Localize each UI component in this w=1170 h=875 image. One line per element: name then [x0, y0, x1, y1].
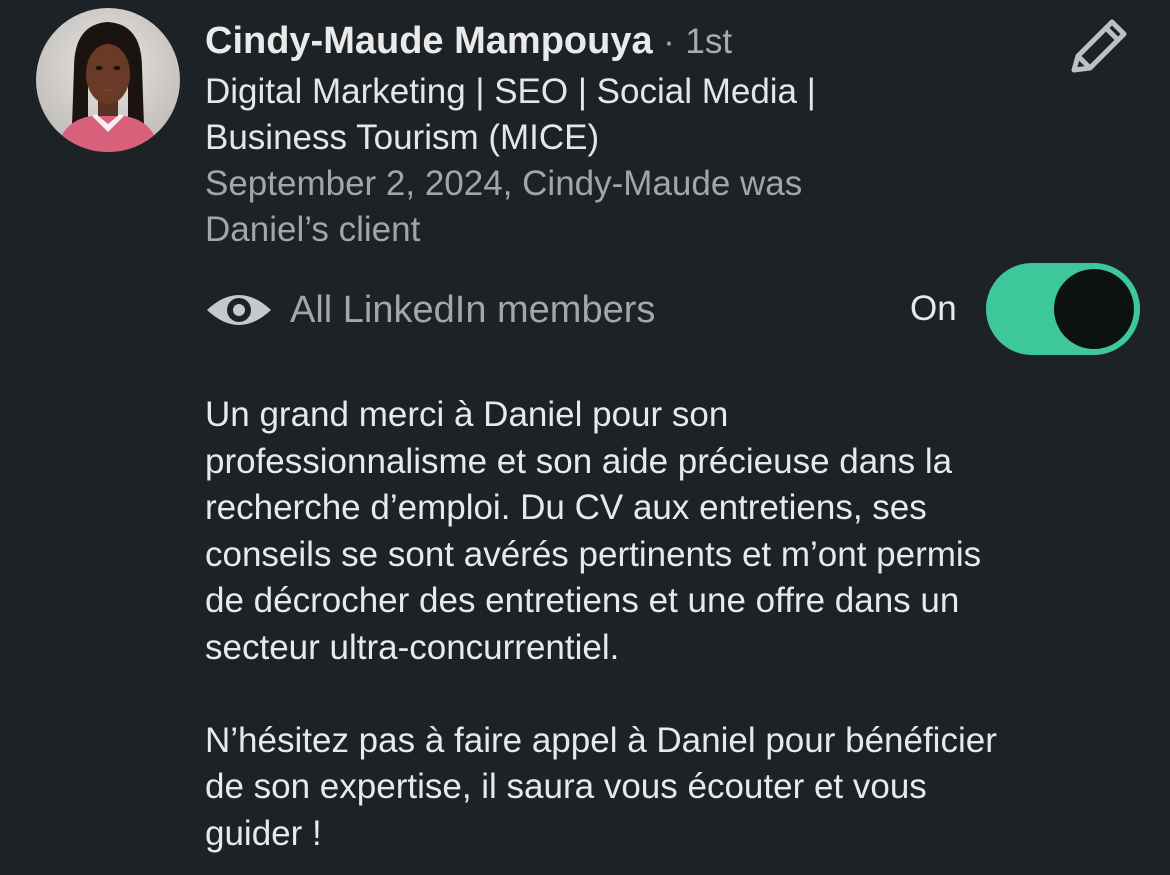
toggle-knob: [1054, 269, 1134, 349]
author-name[interactable]: Cindy-Maude Mampouya: [205, 20, 653, 62]
text-line: guider !: [205, 813, 322, 853]
text-line: conseils se sont avérés pertinents et m’…: [205, 534, 982, 574]
text-line: N’hésitez pas à faire appel à Daniel pou…: [205, 720, 997, 760]
author-row: Cindy-Maude Mampouya · 1st: [205, 14, 1025, 69]
edit-button[interactable]: [1062, 16, 1132, 78]
connection-degree: 1st: [685, 22, 733, 61]
separator-dot: ·: [663, 22, 675, 61]
pencil-icon: [1071, 19, 1127, 73]
recommendation-text: Un grand merci à Daniel pour son profess…: [205, 392, 1155, 857]
headline-line: Business Tourism (MICE): [205, 118, 600, 157]
profile-photo: [36, 8, 180, 152]
visibility-label: All LinkedIn members: [290, 288, 656, 331]
recommendation-paragraph: N’hésitez pas à faire appel à Daniel pou…: [205, 718, 1155, 858]
relationship-line: September 2, 2024, Cindy-Maude was: [205, 164, 803, 203]
author-headline: Digital Marketing | SEO | Social Media |…: [205, 69, 1025, 161]
recommendation-header: Cindy-Maude Mampouya · 1st Digital Marke…: [205, 14, 1025, 253]
text-line: Un grand merci à Daniel pour son: [205, 395, 729, 434]
text-line: de son expertise, il saura vous écouter …: [205, 767, 927, 806]
toggle-state-label: On: [910, 289, 957, 328]
visibility-setting: All LinkedIn members: [205, 284, 655, 336]
text-line: recherche d’emploi. Du CV aux entretiens…: [205, 488, 927, 527]
text-line: professionnalisme et son aide précieuse …: [205, 441, 953, 481]
recommendation-paragraph: Un grand merci à Daniel pour son profess…: [205, 392, 1155, 671]
visibility-toggle[interactable]: [986, 263, 1140, 355]
avatar[interactable]: [36, 8, 180, 152]
eye-icon: [207, 295, 271, 325]
text-line: secteur ultra-concurrentiel.: [205, 627, 620, 667]
text-line: de décrocher des entretiens et une offre…: [205, 581, 960, 620]
relationship-line: Daniel’s client: [205, 210, 421, 249]
relationship-meta: September 2, 2024, Cindy-Maude was Danie…: [205, 161, 1025, 253]
headline-line: Digital Marketing | SEO | Social Media |: [205, 72, 816, 111]
